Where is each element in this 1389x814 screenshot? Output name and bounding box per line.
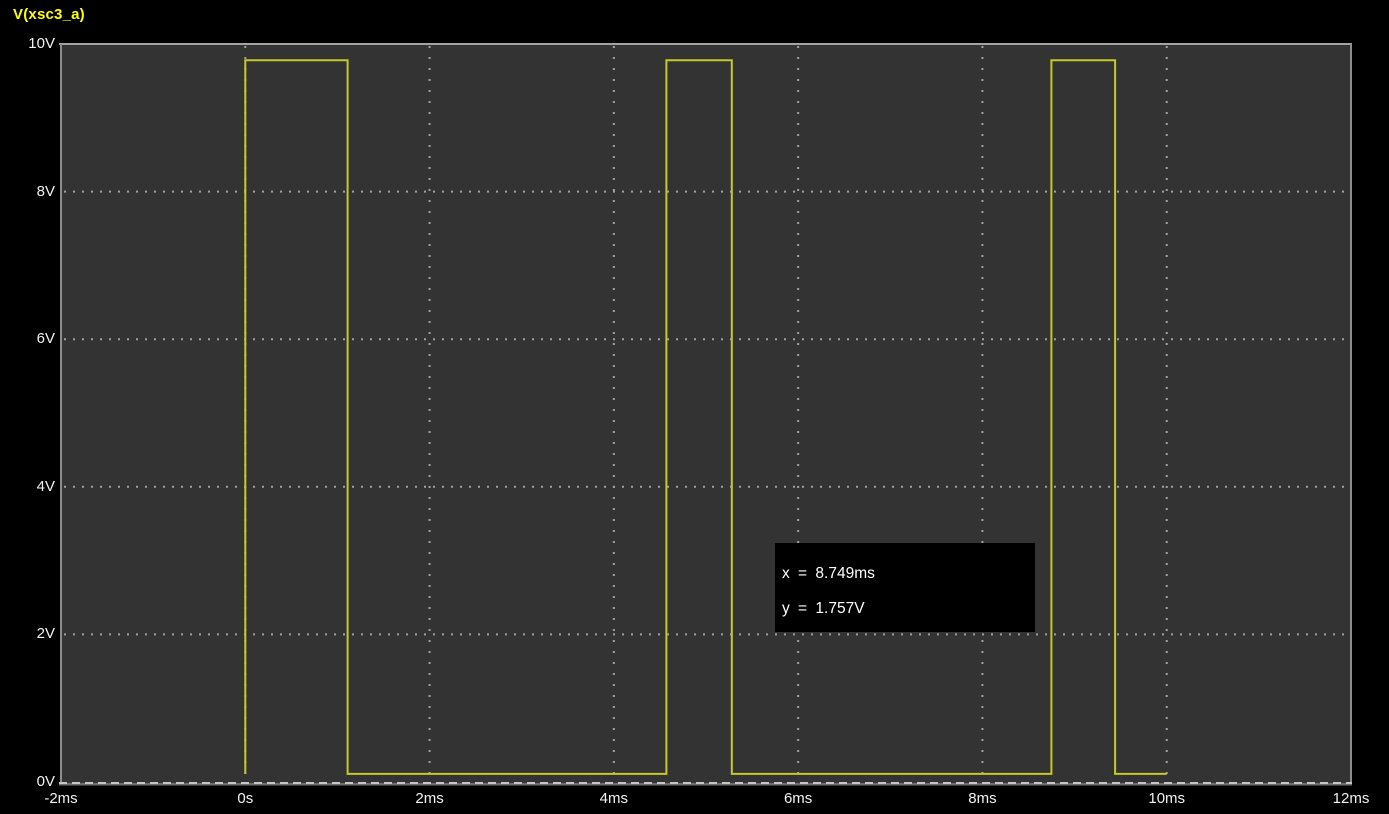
y-tick-label: 6V <box>36 330 55 348</box>
plot-background <box>61 44 1351 782</box>
trace-legend-label: V(xsc3_a) <box>13 6 85 23</box>
x-tick-label: 6ms <box>783 790 813 807</box>
cursor-readout-tooltip: x = 8.749ms y = 1.757V <box>775 543 1035 632</box>
x-tick-label: 0s <box>237 790 254 807</box>
waveform-plot-area[interactable] <box>59 42 1353 786</box>
x-tick-label: -2ms <box>44 790 78 807</box>
grapher-window: V(xsc3_a) 0V 2V 4V 6V 8V 10V -2ms 0s 2ms 4ms 6ms 8… <box>0 0 1389 814</box>
x-tick-label: 2ms <box>415 790 444 807</box>
y-tick-label: 4V <box>36 477 55 495</box>
x-tick-label: 8ms <box>968 790 997 807</box>
x-tick-label: 12ms <box>1332 790 1370 807</box>
x-tick-label: 10ms <box>1148 790 1186 807</box>
x-tick-label: 4ms <box>599 790 629 807</box>
cursor-x-value: x = 8.749ms <box>782 565 875 582</box>
y-tick-label: 2V <box>36 625 55 643</box>
y-tick-label: 10V <box>28 35 55 52</box>
y-tick-label: 8V <box>36 182 55 200</box>
cursor-y-value: y = 1.757V <box>782 600 865 617</box>
